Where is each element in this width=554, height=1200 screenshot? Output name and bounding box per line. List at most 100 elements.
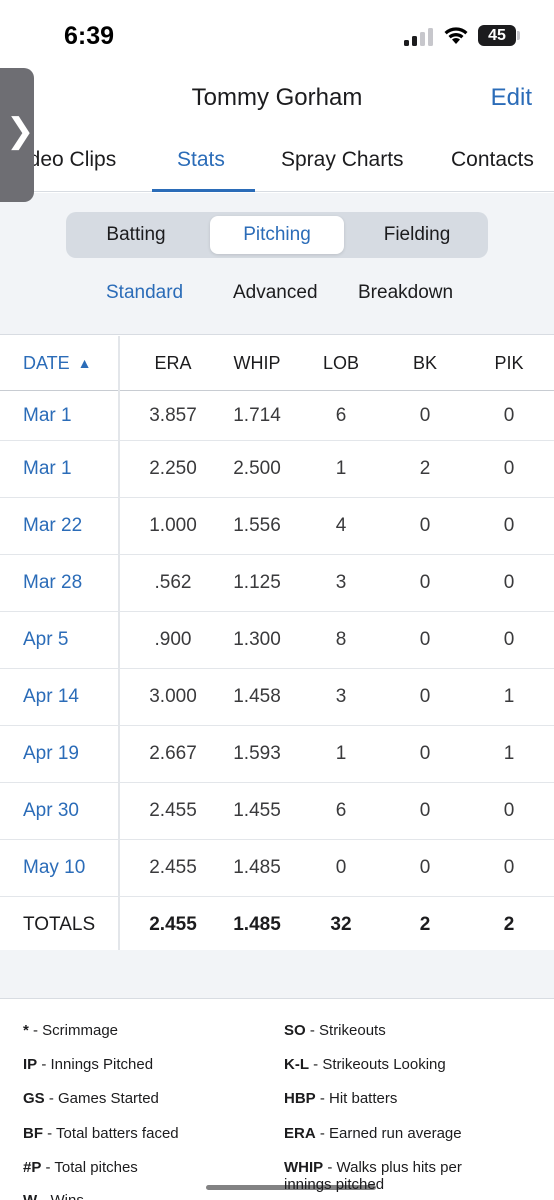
era-cell: .900 (154, 629, 192, 650)
table-row: Mar 1 3.857 1.714 6 0 0 (0, 391, 554, 441)
date-column-divider (118, 336, 120, 950)
pik-cell: 0 (503, 515, 515, 536)
tab-stats[interactable]: Stats (177, 148, 225, 172)
era-column-header[interactable]: ERA (122, 336, 224, 390)
table-row: Apr 14 3.000 1.458 3 0 1 (0, 669, 554, 726)
lob-cell: 4 (335, 515, 347, 536)
legend-spacer (0, 950, 554, 1000)
whip-cell: 1.300 (233, 629, 281, 650)
battery-icon: 45 (478, 25, 516, 46)
bk-cell: 0 (419, 743, 431, 764)
pik-cell: 0 (503, 404, 515, 426)
era-cell: 3.857 (149, 404, 197, 426)
side-panel-handle[interactable]: ❯ (0, 68, 35, 202)
lob-column-header[interactable]: LOB (300, 336, 382, 390)
subtab-breakdown[interactable]: Breakdown (358, 282, 453, 304)
legend-item: BF - Total batters faced (23, 1125, 179, 1142)
era-cell: 3.000 (149, 686, 197, 707)
date-column-header[interactable]: DATE ▲ (23, 336, 92, 390)
game-date-link[interactable]: Mar 22 (23, 498, 82, 554)
date-header-label: DATE (23, 352, 70, 373)
table-row: Mar 28 .562 1.125 3 0 0 (0, 555, 554, 612)
pik-cell: 0 (503, 800, 515, 821)
bk-cell: 0 (419, 800, 431, 821)
pik-cell: 0 (503, 572, 515, 593)
legend-item: #P - Total pitches (23, 1159, 138, 1176)
era-cell: 2.455 (149, 857, 197, 878)
totals-era: 2.455 (149, 914, 197, 935)
lob-cell: 8 (335, 629, 347, 650)
status-time: 6:39 (64, 22, 115, 50)
totals-pik: 2 (503, 914, 515, 935)
lob-cell: 0 (335, 857, 347, 878)
whip-column-header[interactable]: WHIP (224, 336, 290, 390)
era-cell: 2.455 (149, 800, 197, 821)
pitching-stats-table: DATE ▲ ERA WHIP LOB BK PIK Mar 1 3.857 1.7… (0, 336, 554, 954)
game-date-link[interactable]: Apr 19 (23, 726, 79, 782)
table-row: Mar 22 1.000 1.556 4 0 0 (0, 498, 554, 555)
chevron-right-icon: ❯ (6, 112, 35, 150)
whip-cell: 1.593 (233, 743, 281, 764)
pik-cell: 0 (503, 857, 515, 878)
player-name-title: Tommy Gorham (191, 84, 363, 111)
lob-cell: 1 (335, 458, 347, 479)
bk-cell: 2 (419, 458, 431, 479)
bk-cell: 0 (419, 404, 431, 426)
tab-contacts[interactable]: Contacts (451, 148, 534, 172)
lob-cell: 3 (335, 686, 347, 707)
subtab-standard[interactable]: Standard (106, 282, 183, 304)
stats-legend: * - Scrimmage IP - Innings Pitched GS - … (0, 998, 554, 1200)
subtab-advanced[interactable]: Advanced (233, 282, 318, 304)
pik-cell: 1 (503, 743, 515, 764)
game-date-link[interactable]: Mar 1 (23, 441, 72, 497)
lob-cell: 3 (335, 572, 347, 593)
game-date-link[interactable]: Mar 28 (23, 555, 82, 611)
top-tabs: ideo Clips Stats Spray Charts Contacts (0, 132, 554, 192)
home-indicator (206, 1185, 376, 1190)
segment-pitching[interactable]: Pitching (210, 216, 344, 254)
legend-item: HBP - Hit batters (284, 1090, 398, 1107)
bk-column-header[interactable]: BK (384, 336, 466, 390)
pik-column-header[interactable]: PIK (468, 336, 550, 390)
legend-item: * - Scrimmage (23, 1022, 119, 1039)
legend-item: IP - Innings Pitched (23, 1056, 154, 1073)
table-body: Mar 1 3.857 1.714 6 0 0 Mar 1 2.250 2.500 1 2 0 Mar … (0, 391, 554, 897)
game-date-link[interactable]: May 10 (23, 840, 85, 896)
legend-item: SO - Strikeouts (284, 1022, 386, 1039)
edit-button[interactable]: Edit (491, 84, 532, 112)
table-row: Apr 30 2.455 1.455 6 0 0 (0, 783, 554, 840)
table-row: May 10 2.455 1.485 0 0 0 (0, 840, 554, 897)
pik-cell: 0 (503, 629, 515, 650)
era-cell: 1.000 (149, 515, 197, 536)
table-row: Apr 5 .900 1.300 8 0 0 (0, 612, 554, 669)
segment-fielding[interactable]: Fielding (350, 216, 484, 254)
whip-cell: 2.500 (233, 458, 281, 479)
lob-cell: 1 (335, 743, 347, 764)
stats-filter-area: Batting Pitching Fielding Standard Advan… (0, 193, 554, 335)
legend-item: ERA - Earned run average (284, 1125, 462, 1142)
game-date-link[interactable]: Mar 1 (23, 391, 72, 440)
bk-cell: 0 (419, 629, 431, 650)
whip-cell: 1.125 (233, 572, 281, 593)
tab-video-clips[interactable]: ideo Clips (24, 148, 116, 172)
totals-label: TOTALS (23, 914, 96, 935)
game-date-link[interactable]: Apr 14 (23, 669, 79, 725)
table-row: Mar 1 2.250 2.500 1 2 0 (0, 441, 554, 498)
segment-batting[interactable]: Batting (70, 216, 202, 254)
totals-bk: 2 (419, 914, 431, 935)
whip-cell: 1.556 (233, 515, 281, 536)
game-date-link[interactable]: Apr 5 (23, 612, 68, 668)
legend-item: W - Wins (23, 1191, 84, 1200)
battery-cap (517, 31, 520, 40)
game-date-link[interactable]: Apr 30 (23, 783, 79, 839)
wifi-icon (444, 27, 468, 44)
tab-spray-charts[interactable]: Spray Charts (281, 148, 404, 172)
legend-item: K-L - Strikeouts Looking (284, 1056, 446, 1073)
bk-cell: 0 (419, 515, 431, 536)
totals-lob: 32 (330, 914, 352, 935)
totals-whip: 1.485 (233, 914, 281, 935)
lob-cell: 6 (335, 800, 347, 821)
status-bar: 6:39 45 (0, 0, 554, 72)
pik-cell: 1 (503, 686, 515, 707)
table-header-row: DATE ▲ ERA WHIP LOB BK PIK (0, 336, 554, 391)
